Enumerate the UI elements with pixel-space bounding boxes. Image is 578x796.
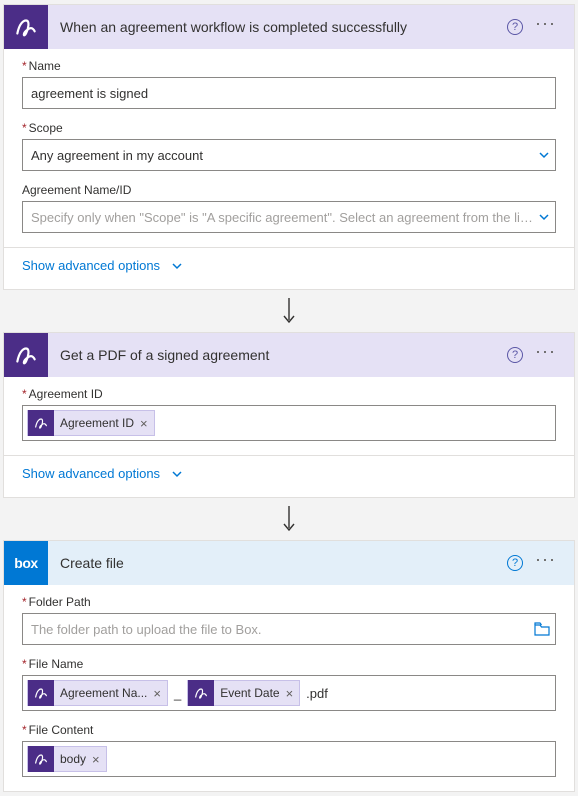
step3-title: Create file: [48, 555, 507, 571]
name-label: Name: [22, 59, 556, 73]
step2-header[interactable]: Get a PDF of a signed agreement ? ···: [4, 333, 574, 377]
token-remove-icon[interactable]: ×: [140, 417, 148, 430]
scope-label: Scope: [22, 121, 556, 135]
step1-header[interactable]: When an agreement workflow is completed …: [4, 5, 574, 49]
help-icon[interactable]: ?: [507, 555, 523, 571]
step3-body: Folder Path The folder path to upload th…: [4, 585, 574, 791]
name-input[interactable]: [22, 77, 556, 109]
folder-path-label: Folder Path: [22, 595, 556, 609]
adobe-sign-icon: [4, 5, 48, 49]
token-event-date[interactable]: Event Date ×: [187, 680, 300, 706]
token-agreement-name[interactable]: Agreement Na... ×: [27, 680, 168, 706]
literal-text: _: [172, 686, 183, 701]
literal-text: .pdf: [304, 686, 330, 701]
file-content-label: File Content: [22, 723, 556, 737]
menu-button[interactable]: ···: [529, 550, 562, 568]
step3-header[interactable]: box Create file ? ···: [4, 541, 574, 585]
chevron-down-icon: [170, 259, 184, 273]
token-agreement-id[interactable]: Agreement ID ×: [27, 410, 155, 436]
folder-placeholder: The folder path to upload the file to Bo…: [31, 622, 529, 637]
step1-body: Name Scope Any agreement in my account A…: [4, 49, 574, 247]
folder-picker-icon[interactable]: [533, 620, 551, 638]
token-label: Agreement ID: [60, 416, 134, 430]
file-name-label: File Name: [22, 657, 556, 671]
step-workflow-completed: When an agreement workflow is completed …: [3, 4, 575, 248]
agreement-name-label: Agreement Name/ID: [22, 183, 556, 197]
scope-select[interactable]: Any agreement in my account: [22, 139, 556, 171]
show-advanced-link[interactable]: Show advanced options: [3, 456, 575, 498]
token-label: body: [60, 752, 86, 766]
token-remove-icon[interactable]: ×: [153, 687, 161, 700]
agreement-placeholder: Specify only when "Scope" is "A specific…: [31, 210, 533, 225]
advanced-label: Show advanced options: [22, 258, 160, 273]
step-get-pdf: Get a PDF of a signed agreement ? ··· Ag…: [3, 332, 575, 456]
show-advanced-link[interactable]: Show advanced options: [3, 248, 575, 290]
connector-arrow: [3, 498, 575, 540]
token-label: Agreement Na...: [60, 686, 147, 700]
token-body[interactable]: body ×: [27, 746, 107, 772]
agreement-name-select[interactable]: Specify only when "Scope" is "A specific…: [22, 201, 556, 233]
step-create-file: box Create file ? ··· Folder Path The fo…: [3, 540, 575, 792]
token-remove-icon[interactable]: ×: [286, 687, 294, 700]
menu-button[interactable]: ···: [529, 14, 562, 32]
folder-path-input[interactable]: The folder path to upload the file to Bo…: [22, 613, 556, 645]
chevron-down-icon: [537, 148, 551, 162]
help-icon[interactable]: ?: [507, 19, 523, 35]
step1-title: When an agreement workflow is completed …: [48, 19, 507, 35]
token-remove-icon[interactable]: ×: [92, 753, 100, 766]
agreement-id-label: Agreement ID: [22, 387, 556, 401]
agreement-id-input[interactable]: Agreement ID ×: [22, 405, 556, 441]
file-content-input[interactable]: body ×: [22, 741, 556, 777]
connector-arrow: [3, 290, 575, 332]
adobe-sign-icon: [4, 333, 48, 377]
advanced-label: Show advanced options: [22, 466, 160, 481]
menu-button[interactable]: ···: [529, 342, 562, 360]
step2-title: Get a PDF of a signed agreement: [48, 347, 507, 363]
step2-body: Agreement ID Agreement ID ×: [4, 377, 574, 455]
help-icon[interactable]: ?: [507, 347, 523, 363]
adobe-sign-icon: [28, 410, 54, 436]
scope-value: Any agreement in my account: [31, 148, 533, 163]
file-name-input[interactable]: Agreement Na... × _ Event Date × .pdf: [22, 675, 556, 711]
chevron-down-icon: [170, 467, 184, 481]
adobe-sign-icon: [28, 746, 54, 772]
adobe-sign-icon: [28, 680, 54, 706]
chevron-down-icon: [537, 210, 551, 224]
box-icon: box: [4, 541, 48, 585]
token-label: Event Date: [220, 686, 279, 700]
adobe-sign-icon: [188, 680, 214, 706]
